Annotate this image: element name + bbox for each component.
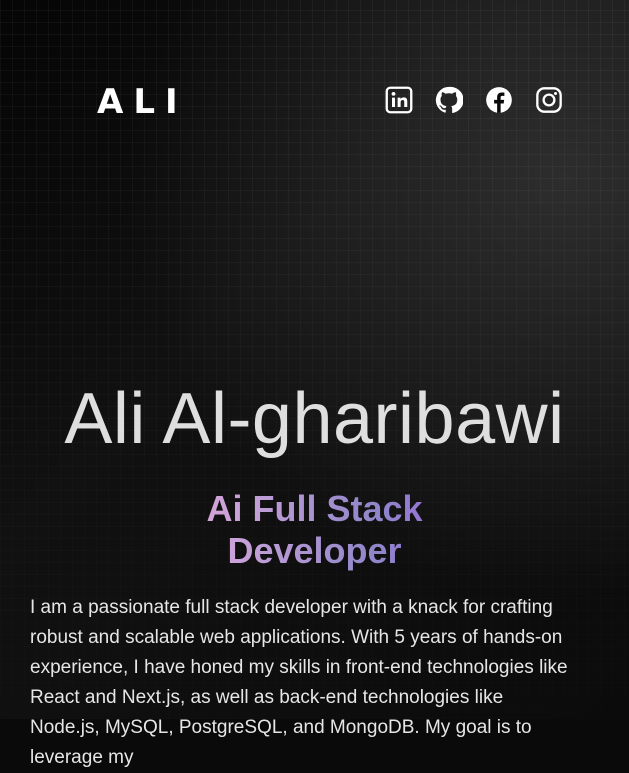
linkedin-link[interactable] — [385, 86, 413, 118]
site-header: ALI — [97, 82, 563, 122]
github-link[interactable] — [435, 86, 464, 118]
instagram-link[interactable] — [535, 86, 563, 118]
facebook-icon — [485, 86, 513, 118]
hero-name: Ali Al-gharibawi — [64, 379, 565, 460]
social-links — [385, 86, 563, 118]
linkedin-icon — [385, 86, 413, 118]
hero-role: Ai Full Stack Developer — [115, 488, 515, 572]
facebook-link[interactable] — [485, 86, 513, 118]
instagram-icon — [535, 86, 563, 118]
site-logo[interactable]: ALI — [97, 85, 188, 119]
hero-bio: I am a passionate full stack developer w… — [30, 597, 568, 768]
github-icon — [435, 86, 464, 118]
